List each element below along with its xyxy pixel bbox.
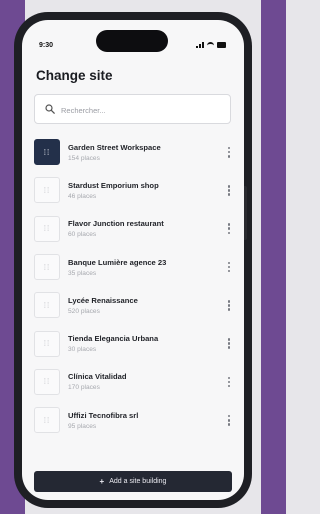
site-info: Stardust Emporium shop 46 places xyxy=(68,181,224,200)
site-name: Garden Street Workspace xyxy=(68,142,161,152)
page-title: Change site xyxy=(36,68,113,83)
building-icon: ⁞⁞ xyxy=(34,215,60,242)
site-places: 35 places xyxy=(68,269,97,277)
status-icons xyxy=(196,42,226,48)
site-list-item[interactable]: ⁞⁞ Uffizi Tecnofibra srl 95 places xyxy=(34,401,234,439)
site-places: 154 places xyxy=(68,154,100,162)
site-name: Banque Lumière agence 23 xyxy=(68,257,167,267)
site-places: 520 places xyxy=(68,307,100,315)
site-places: 95 places xyxy=(68,422,97,430)
site-name: Clínica Vitalidad xyxy=(68,372,127,382)
site-list-item[interactable]: ⁞⁞ Clínica Vitalidad 170 places xyxy=(34,363,234,401)
plus-icon: + xyxy=(99,477,105,486)
search-input[interactable] xyxy=(61,101,221,119)
site-list: ⁞⁞ Garden Street Workspace 154 places ⁞⁞ Sta… xyxy=(34,133,234,439)
building-icon: ⁞⁞ xyxy=(34,407,60,434)
site-list-item[interactable]: ⁞⁞ Lycée Renaissance 520 places xyxy=(34,286,234,324)
more-options-icon[interactable] xyxy=(224,294,234,316)
site-name: Flavor Junction restaurant xyxy=(68,219,164,229)
more-options-icon[interactable] xyxy=(224,141,234,163)
site-info: Lycée Renaissance 520 places xyxy=(68,296,224,315)
building-icon: ⁞⁞ xyxy=(34,177,60,204)
add-site-button[interactable]: + Add a site building xyxy=(34,471,232,492)
site-places: 46 places xyxy=(68,192,97,200)
site-info: Clínica Vitalidad 170 places xyxy=(68,372,224,391)
site-info: Garden Street Workspace 154 places xyxy=(68,143,224,162)
phone-screen: 9:30 Change site ⁞⁞ Garden Street Workspa… xyxy=(22,20,244,500)
building-icon: ⁞⁞ xyxy=(34,254,60,281)
site-name: Lycée Renaissance xyxy=(68,295,138,305)
more-options-icon[interactable] xyxy=(224,179,234,201)
site-name: Tienda Elegancia Urbana xyxy=(68,334,159,344)
building-icon: ⁞⁞ xyxy=(34,139,60,166)
site-info: Tienda Elegancia Urbana 30 places xyxy=(68,334,224,353)
search-box[interactable] xyxy=(34,94,231,124)
site-list-item[interactable]: ⁞⁞ Stardust Emporium shop 46 places xyxy=(34,171,234,209)
status-bar: 9:30 xyxy=(22,20,244,66)
site-places: 30 places xyxy=(68,346,97,354)
site-places: 170 places xyxy=(68,384,100,392)
site-list-item[interactable]: ⁞⁞ Garden Street Workspace 154 places xyxy=(34,133,234,171)
status-time: 9:30 xyxy=(39,42,54,49)
more-options-icon[interactable] xyxy=(224,218,234,240)
wifi-icon xyxy=(207,42,214,48)
site-list-item[interactable]: ⁞⁞ Tienda Elegancia Urbana 30 places xyxy=(34,324,234,362)
building-icon: ⁞⁞ xyxy=(34,330,60,357)
signal-icon xyxy=(196,42,204,48)
search-icon xyxy=(45,104,55,114)
site-list-item[interactable]: ⁞⁞ Banque Lumière agence 23 35 places xyxy=(34,248,234,286)
dynamic-island xyxy=(96,30,168,52)
more-options-icon[interactable] xyxy=(224,256,234,278)
site-info: Uffizi Tecnofibra srl 95 places xyxy=(68,411,224,430)
site-name: Stardust Emporium shop xyxy=(68,180,159,190)
battery-icon xyxy=(217,42,226,48)
site-info: Banque Lumière agence 23 35 places xyxy=(68,258,224,277)
more-options-icon[interactable] xyxy=(224,409,234,431)
more-options-icon[interactable] xyxy=(224,371,234,393)
add-site-label: Add a site building xyxy=(109,478,167,485)
site-list-item[interactable]: ⁞⁞ Flavor Junction restaurant 60 places xyxy=(34,210,234,248)
site-info: Flavor Junction restaurant 60 places xyxy=(68,219,224,238)
building-icon: ⁞⁞ xyxy=(34,368,60,395)
building-icon: ⁞⁞ xyxy=(34,292,60,319)
site-places: 60 places xyxy=(68,231,97,239)
more-options-icon[interactable] xyxy=(224,333,234,355)
site-name: Uffizi Tecnofibra srl xyxy=(68,410,139,420)
